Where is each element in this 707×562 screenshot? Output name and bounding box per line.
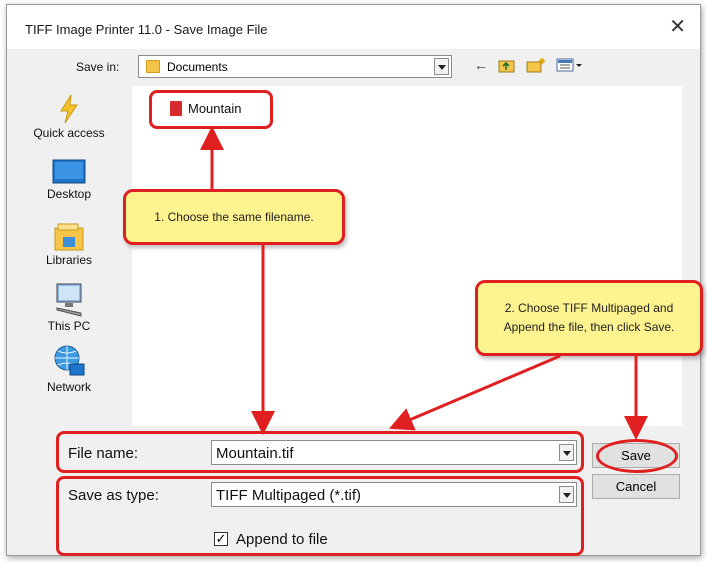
annotation-arrows [200,126,648,440]
arrow-to-type-row [388,354,561,431]
